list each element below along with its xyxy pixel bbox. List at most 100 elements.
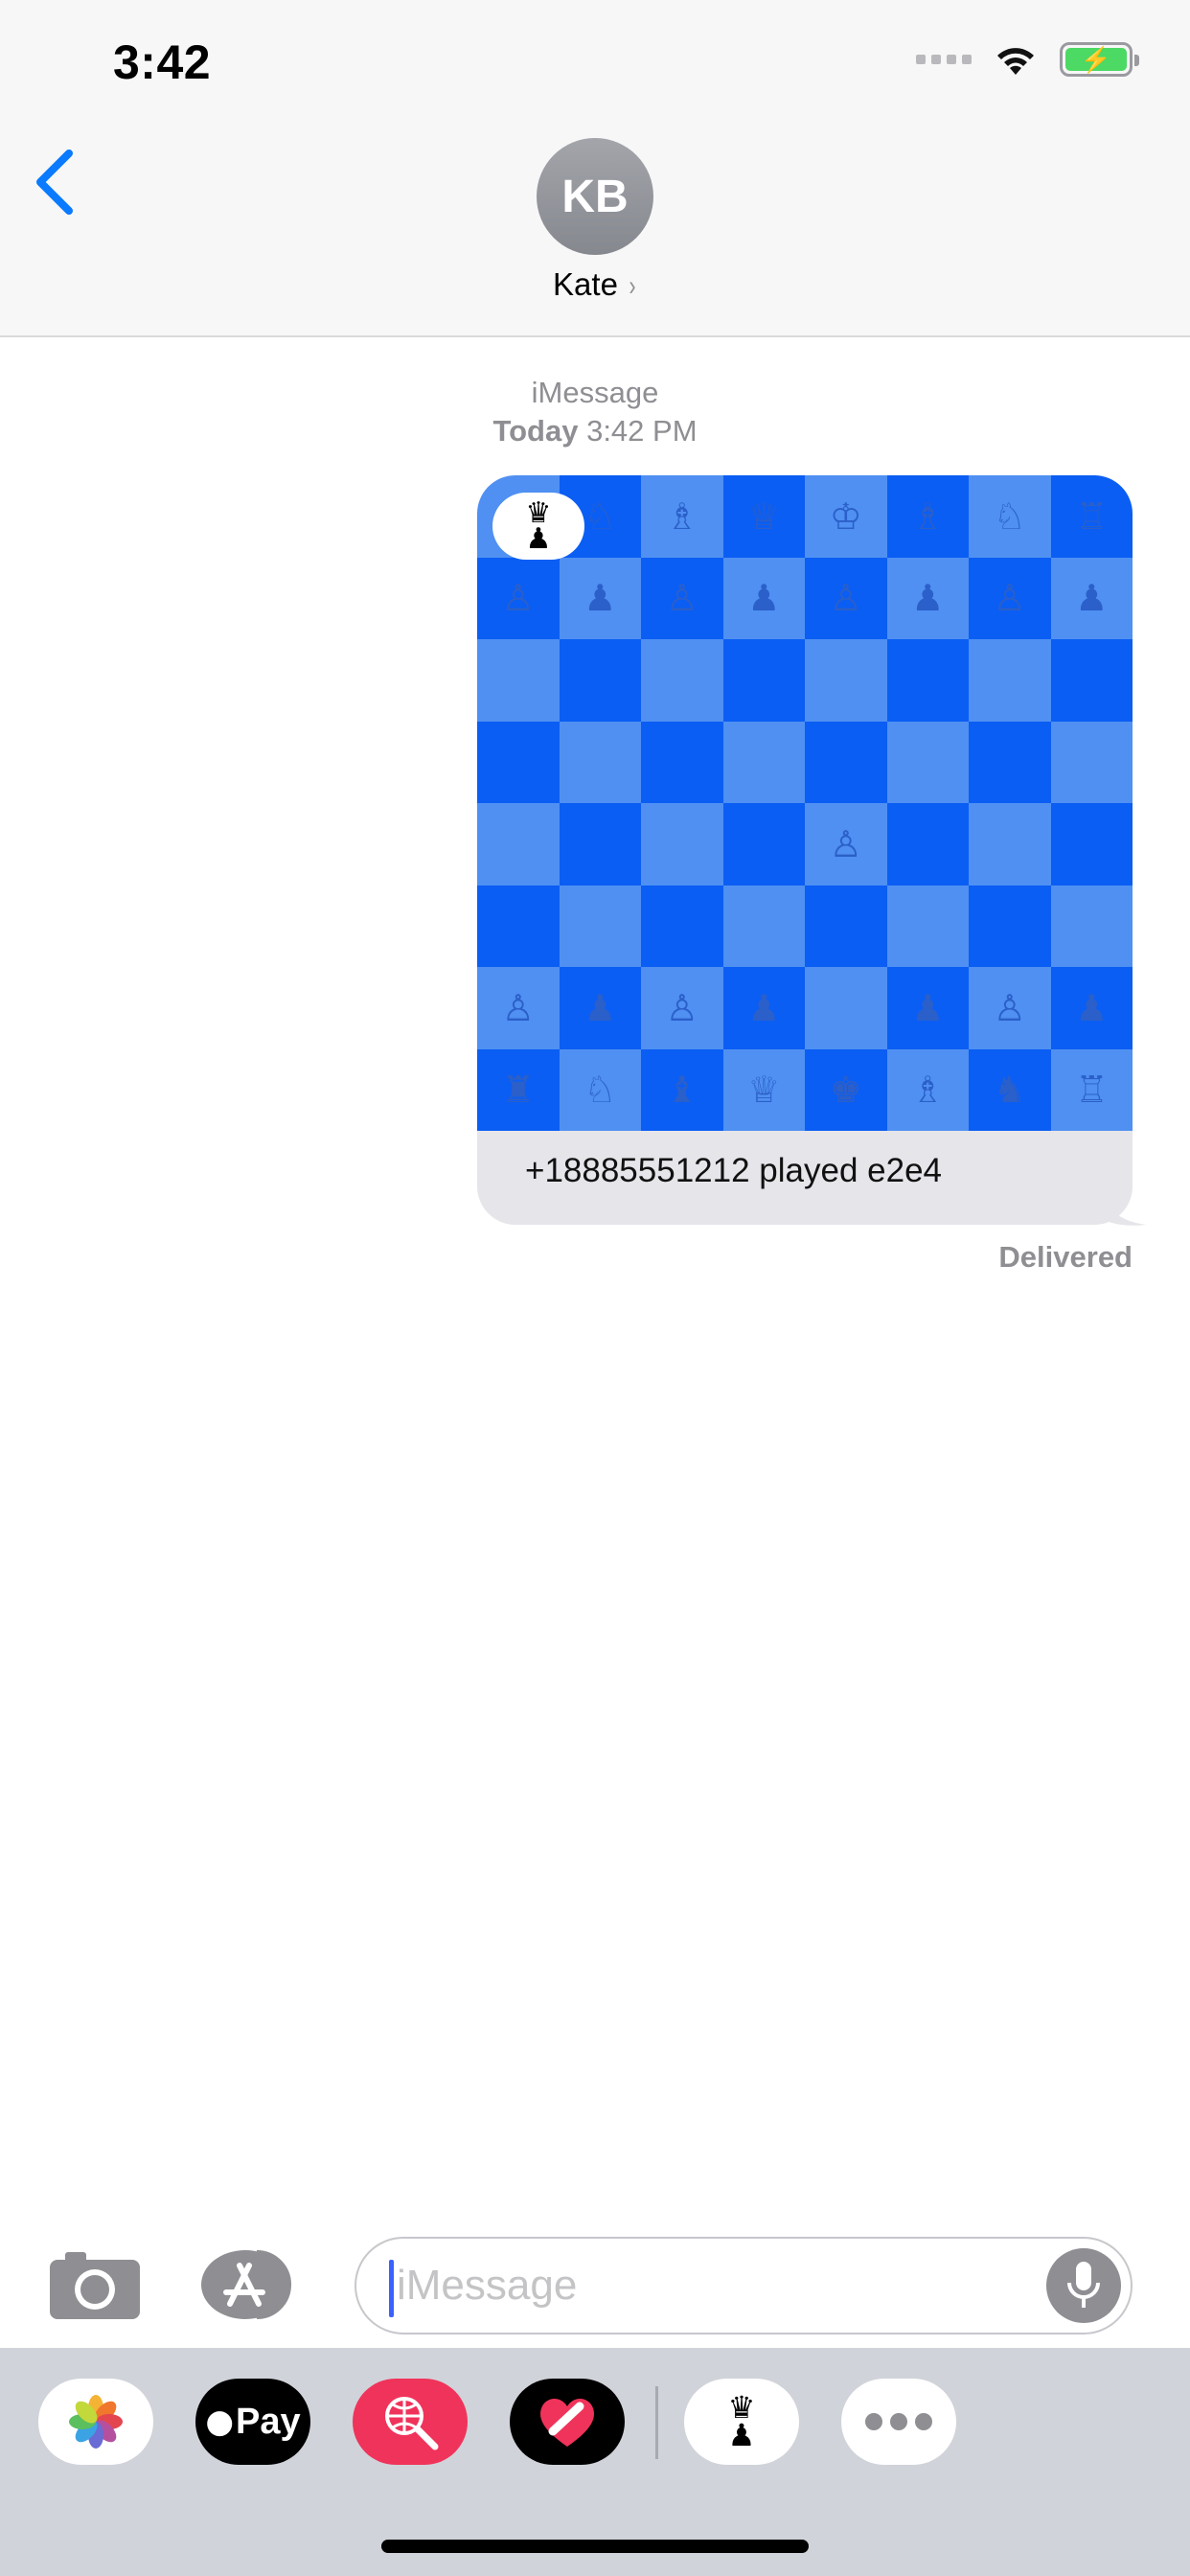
board-square	[477, 885, 560, 967]
chess-pawn-icon: ♟	[727, 2417, 756, 2453]
status-time: 3:42	[113, 35, 212, 89]
board-square: ♙	[641, 967, 723, 1049]
photos-app-button[interactable]	[38, 2379, 153, 2465]
board-square	[722, 721, 805, 803]
board-square	[886, 885, 969, 967]
chess-board: ♖♘♗♕♔♗♘♖♙♟♙♟♙♟♙♟♙♙♟♙♟♟♙♟♜♘♝♕♚♗♞♖	[477, 475, 1133, 1131]
apple-pay-app-button[interactable]: ● Pay	[195, 2379, 310, 2465]
microphone-button[interactable]	[1046, 2248, 1121, 2323]
board-square	[805, 967, 887, 1049]
home-indicator	[381, 2540, 809, 2553]
board-square: ♙	[641, 557, 723, 639]
messages-screen: 3:42 ⚡ KB Kate › iMessage Today 3:42 PM	[0, 0, 1190, 2576]
board-square	[1050, 803, 1133, 886]
board-square	[969, 721, 1051, 803]
board-square: ♟	[722, 557, 805, 639]
board-square: ♘	[969, 475, 1051, 558]
microphone-icon	[1067, 2262, 1100, 2308]
message-input[interactable]: iMessage	[355, 2237, 1133, 2334]
board-square: ♟	[1050, 967, 1133, 1049]
board-square: ♟	[886, 557, 969, 639]
board-square: ♟	[559, 967, 641, 1049]
board-square: ♟	[559, 557, 641, 639]
board-square: ♗	[886, 1048, 969, 1131]
board-square	[1050, 721, 1133, 803]
board-square: ♟	[886, 967, 969, 1049]
digital-touch-app-button[interactable]	[510, 2379, 625, 2465]
conversation-header: 3:42 ⚡ KB Kate ›	[0, 0, 1190, 337]
back-chevron-icon[interactable]	[29, 144, 86, 220]
board-square: ♚	[805, 1048, 887, 1131]
board-square	[641, 639, 723, 722]
service-label: iMessage	[531, 376, 659, 409]
board-square: ♙	[969, 967, 1051, 1049]
bubble-tail	[1102, 1186, 1146, 1226]
board-square	[641, 721, 723, 803]
board-square	[722, 639, 805, 722]
board-square	[477, 721, 560, 803]
photos-icon	[69, 2395, 123, 2449]
time-label: 3:42 PM	[586, 414, 698, 448]
board-square	[1050, 639, 1133, 722]
chess-message-bubble[interactable]: ♖♘♗♕♔♗♘♖♙♟♙♟♙♟♙♟♙♙♟♙♟♟♙♟♜♘♝♕♚♗♞♖ ♛♟ +188…	[477, 475, 1133, 1225]
board-square	[805, 721, 887, 803]
app-store-icon[interactable]	[201, 2248, 307, 2321]
board-square	[559, 885, 641, 967]
ellipsis-icon	[865, 2413, 932, 2430]
heart-icon	[540, 2398, 594, 2447]
delivery-status: Delivered	[998, 1240, 1133, 1274]
drawer-divider	[655, 2386, 658, 2459]
board-square: ♙	[969, 557, 1051, 639]
board-square	[805, 885, 887, 967]
chess-app-button[interactable]: ♛ ♟	[684, 2379, 799, 2465]
board-square	[722, 885, 805, 967]
board-square	[722, 803, 805, 886]
board-square	[559, 803, 641, 886]
board-square	[969, 803, 1051, 886]
contact-name-button[interactable]: Kate ›	[0, 266, 1190, 303]
status-icons: ⚡	[916, 42, 1139, 77]
board-square	[969, 639, 1051, 722]
board-square: ♜	[477, 1048, 560, 1131]
day-label: Today	[492, 414, 579, 448]
camera-icon[interactable]	[48, 2248, 142, 2321]
board-square	[559, 721, 641, 803]
wifi-icon	[997, 48, 1034, 75]
board-square	[1050, 885, 1133, 967]
board-square: ♝	[641, 1048, 723, 1131]
board-square	[886, 803, 969, 886]
image-search-app-button[interactable]	[353, 2379, 468, 2465]
board-square: ♖	[1050, 1048, 1133, 1131]
board-square	[477, 639, 560, 722]
board-square: ♙	[477, 967, 560, 1049]
more-apps-button[interactable]	[841, 2379, 956, 2465]
contact-name: Kate	[553, 266, 618, 302]
chevron-right-icon: ›	[629, 270, 636, 302]
text-caret	[389, 2260, 394, 2317]
board-square	[805, 639, 887, 722]
contact-avatar[interactable]: KB	[537, 138, 653, 255]
board-square: ♙	[805, 557, 887, 639]
board-square: ♘	[559, 1048, 641, 1131]
board-square: ♙	[805, 803, 887, 886]
board-square: ♕	[722, 475, 805, 558]
board-square: ♗	[886, 475, 969, 558]
imessage-app-drawer: ● Pay ♛ ♟	[0, 2348, 1190, 2576]
board-square: ♟	[722, 967, 805, 1049]
board-square: ♖	[1050, 475, 1133, 558]
chess-app-icon: ♛ ♟	[492, 493, 584, 560]
board-square: ♟	[1050, 557, 1133, 639]
battery-icon: ⚡	[1060, 42, 1139, 77]
board-square	[559, 639, 641, 722]
message-caption: +18885551212 played e2e4	[525, 1152, 943, 1189]
board-square: ♞	[969, 1048, 1051, 1131]
board-square: ♙	[477, 557, 560, 639]
board-square	[969, 885, 1051, 967]
apple-pay-label: Pay	[236, 2401, 301, 2442]
board-square	[886, 721, 969, 803]
board-square: ♕	[722, 1048, 805, 1131]
globe-search-icon	[385, 2397, 439, 2450]
message-timestamp: iMessage Today 3:42 PM	[0, 374, 1190, 450]
apple-logo-icon: ●	[205, 2403, 235, 2441]
cellular-signal-icon	[916, 55, 972, 64]
